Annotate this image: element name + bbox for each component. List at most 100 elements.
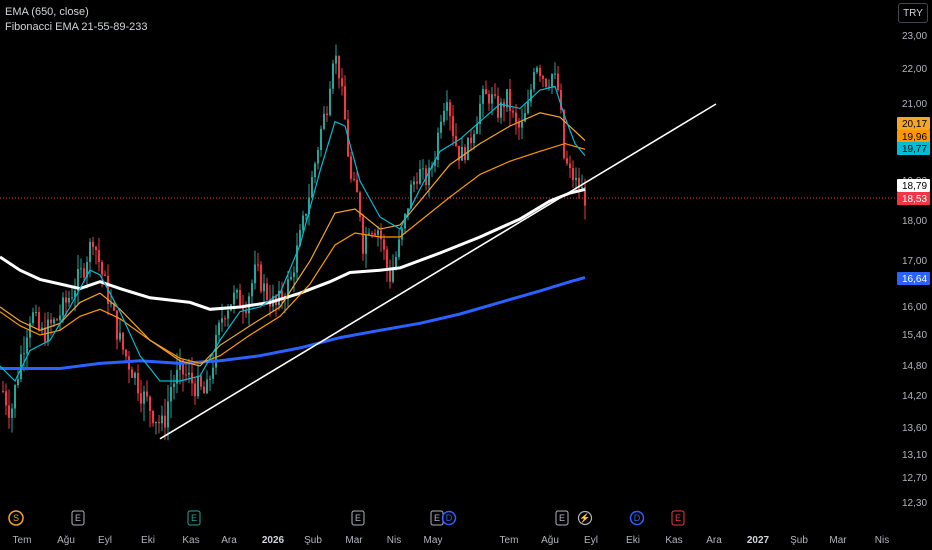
candle-body [173,383,175,388]
candle-body [134,372,136,379]
candle-body [200,375,202,387]
candle-body [260,264,262,292]
candle-body [131,369,133,379]
candle-body [221,318,223,323]
candle-body [35,312,37,314]
event-symbol: E [434,513,440,523]
candle-body [227,310,229,319]
candle-body [344,86,346,120]
candle-body [89,241,91,263]
x-axis-tick-label: Ara [221,535,237,546]
y-axis-tick-label: 14,20 [902,391,927,402]
candle-body [311,177,313,198]
event-symbol: E [675,513,681,523]
candle-body [509,89,511,111]
y-axis-tick-label: 13,60 [902,423,927,434]
ema-55-line [0,112,586,367]
candle-body [329,88,331,115]
candle-body [374,233,376,236]
x-axis-tick-label: Eyl [584,535,598,546]
candle-body [257,264,259,266]
price-badge-label: 19,77 [902,144,927,155]
candle-body [527,101,529,114]
candle-body [377,230,379,236]
candle-body [266,283,268,300]
candle-body [2,391,4,392]
candle-body [116,310,118,340]
candle-body [386,249,388,270]
y-axis-tick-label: 18,00 [902,216,927,227]
candle-body [239,290,241,307]
candle-body [566,158,568,164]
candle-body [194,383,196,397]
candle-body [119,332,121,340]
y-axis-tick-label: 15,40 [902,330,927,341]
y-axis-tick-label: 14,80 [902,361,927,372]
candle-body [140,393,142,404]
candle-body [104,274,106,276]
candle-body [323,113,325,129]
candle-body [215,334,217,368]
candle-body [98,250,100,263]
candle-body [494,94,496,96]
candle-body [44,327,46,342]
candle-body [530,89,532,102]
candle-body [338,55,340,79]
candle-body [263,283,265,292]
candle-body [161,415,163,424]
x-axis-tick-label: Şub [304,535,322,546]
candle-body [326,113,328,115]
candle-body [53,319,55,324]
candle-body [26,337,28,354]
candle-body [101,262,103,275]
x-axis-tick-label: Nis [875,535,889,546]
candle-body [23,353,25,355]
candle-body [164,415,166,428]
candle-body [197,375,199,397]
candle-body [422,168,424,170]
candle-body [293,272,295,277]
candle-body [515,112,517,123]
candle-body [206,379,208,394]
candle-body [512,110,514,113]
event-symbol: ⚡ [579,512,590,524]
candle-body [554,73,556,75]
candle-body [380,230,382,240]
candle-body [395,257,397,268]
candle-body [572,167,574,181]
y-axis-tick-label: 17,00 [902,256,927,267]
price-chart[interactable]: 23,0022,0021,0020,0019,0018,0017,0016,00… [0,0,932,550]
candle-body [218,322,220,335]
y-axis-tick-label: 12,30 [902,498,927,509]
candle-body [452,116,454,137]
candle-body [158,422,160,424]
candle-body [203,386,205,394]
candle-body [491,94,493,104]
candle-body [533,72,535,90]
x-axis-tick-label: Kas [182,535,199,546]
candle-body [413,181,415,185]
candle-body [8,405,10,418]
candle-body [146,391,148,397]
candle-body [167,401,169,428]
candle-body [473,133,475,144]
y-axis-tick-label: 22,00 [902,64,927,75]
candle-body [521,121,523,128]
candle-body [371,233,373,235]
candle-body [59,315,61,321]
x-axis-tick-label: Şub [790,535,808,546]
candle-body [95,246,97,251]
y-axis-tick-label: 21,00 [902,99,927,110]
candle-body [314,163,316,178]
candle-body [32,312,34,324]
event-symbol: E [75,513,81,523]
candle-body [365,234,367,254]
candle-body [188,372,190,375]
price-badge-label: 16,64 [902,274,927,285]
x-axis-tick-label: Eki [141,535,155,546]
candle-body [461,147,463,161]
candle-body [557,73,559,90]
candle-body [209,378,211,380]
candle-body [368,233,370,235]
price-badge-label: 20,17 [902,119,927,130]
